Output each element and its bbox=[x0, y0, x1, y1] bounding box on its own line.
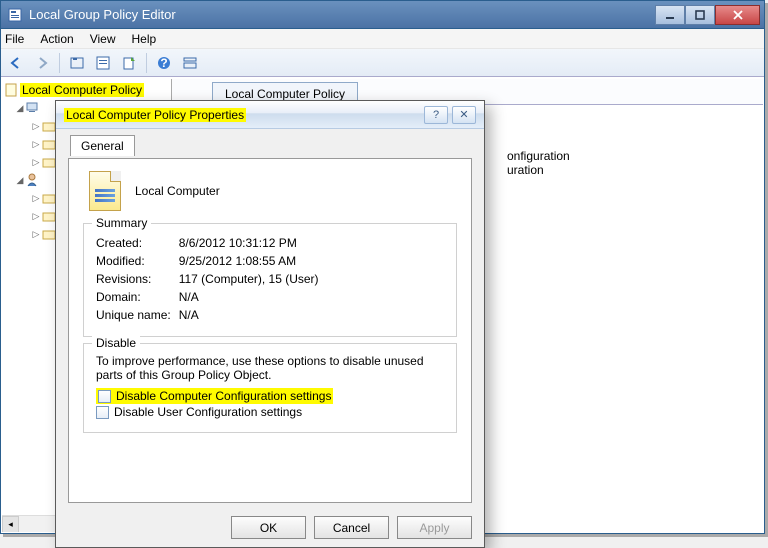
disable-legend: Disable bbox=[92, 336, 140, 350]
computer-icon bbox=[26, 101, 40, 115]
help-button[interactable]: ? bbox=[153, 52, 175, 74]
expand-icon[interactable]: ▷ bbox=[30, 139, 42, 150]
domain-label: Domain: bbox=[96, 288, 179, 306]
modified-value: 9/25/2012 1:08:55 AM bbox=[179, 252, 327, 270]
summary-group: Summary Created:8/6/2012 10:31:12 PM Mod… bbox=[83, 223, 457, 337]
apply-button[interactable]: Apply bbox=[397, 516, 472, 539]
expand-icon[interactable]: ▷ bbox=[30, 157, 42, 168]
tab-general[interactable]: General bbox=[70, 135, 135, 156]
export-button[interactable] bbox=[118, 52, 140, 74]
tab-page-general: Local Computer Summary Created:8/6/2012 … bbox=[68, 158, 472, 503]
checkbox-label: Disable Computer Configuration settings bbox=[116, 389, 331, 403]
created-value: 8/6/2012 10:31:12 PM bbox=[179, 234, 327, 252]
window-controls bbox=[655, 5, 760, 25]
maximize-button[interactable] bbox=[685, 5, 715, 25]
tree-root[interactable]: Local Computer Policy bbox=[4, 81, 169, 99]
menu-view[interactable]: View bbox=[90, 32, 116, 46]
properties-dialog: Local Computer Policy Properties ? ✕ Gen… bbox=[55, 100, 485, 548]
cancel-button[interactable]: Cancel bbox=[314, 516, 389, 539]
toolbar-separator bbox=[59, 53, 60, 73]
folder-icon bbox=[42, 191, 56, 205]
dialog-titlebar[interactable]: Local Computer Policy Properties ? ✕ bbox=[56, 101, 484, 129]
scroll-left-icon[interactable]: ◂ bbox=[2, 516, 19, 532]
uniquename-label: Unique name: bbox=[96, 306, 179, 324]
back-button[interactable] bbox=[5, 52, 27, 74]
main-titlebar[interactable]: Local Group Policy Editor bbox=[1, 1, 764, 29]
folder-icon bbox=[42, 209, 56, 223]
checkbox-disable-computer-config[interactable]: Disable Computer Configuration settings bbox=[96, 388, 333, 404]
expand-icon[interactable]: ◢ bbox=[14, 103, 26, 114]
expand-icon[interactable]: ▷ bbox=[30, 229, 42, 240]
disable-description: To improve performance, use these option… bbox=[96, 354, 444, 382]
app-icon bbox=[7, 7, 23, 23]
filter-button[interactable] bbox=[179, 52, 201, 74]
menu-bar: File Action View Help bbox=[1, 29, 764, 49]
toolbar: ? bbox=[1, 49, 764, 77]
minimize-button[interactable] bbox=[655, 5, 685, 25]
svg-text:?: ? bbox=[160, 56, 167, 70]
close-button[interactable] bbox=[715, 5, 760, 25]
checkbox-icon bbox=[96, 406, 109, 419]
summary-legend: Summary bbox=[92, 216, 151, 230]
checkbox-icon bbox=[98, 390, 111, 403]
ok-button[interactable]: OK bbox=[231, 516, 306, 539]
right-text-fragment: onfiguration bbox=[507, 149, 733, 163]
dialog-close-button[interactable]: ✕ bbox=[452, 106, 476, 124]
tree-root-label: Local Computer Policy bbox=[20, 83, 144, 97]
revisions-value: 117 (Computer), 15 (User) bbox=[179, 270, 327, 288]
modified-label: Modified: bbox=[96, 252, 179, 270]
forward-button[interactable] bbox=[31, 52, 53, 74]
folder-icon bbox=[42, 155, 56, 169]
created-label: Created: bbox=[96, 234, 179, 252]
window-title: Local Group Policy Editor bbox=[27, 7, 655, 22]
policy-doc-icon bbox=[89, 171, 121, 211]
revisions-label: Revisions: bbox=[96, 270, 179, 288]
policy-name-label: Local Computer bbox=[135, 184, 220, 198]
uniquename-value: N/A bbox=[179, 306, 327, 324]
menu-file[interactable]: File bbox=[5, 32, 24, 46]
disable-group: Disable To improve performance, use thes… bbox=[83, 343, 457, 433]
expand-icon[interactable]: ◢ bbox=[14, 175, 26, 186]
expand-icon[interactable]: ▷ bbox=[30, 121, 42, 132]
user-icon bbox=[26, 173, 40, 187]
menu-action[interactable]: Action bbox=[40, 32, 73, 46]
right-text-fragment: uration bbox=[507, 163, 733, 177]
expand-icon[interactable]: ▷ bbox=[30, 211, 42, 222]
folder-icon bbox=[42, 119, 56, 133]
checkbox-disable-user-config[interactable]: Disable User Configuration settings bbox=[96, 404, 444, 420]
dialog-tabstrip: General bbox=[70, 139, 135, 153]
dialog-buttons: OK Cancel Apply bbox=[231, 516, 472, 539]
dialog-help-button[interactable]: ? bbox=[424, 106, 448, 124]
expand-icon[interactable]: ▷ bbox=[30, 193, 42, 204]
domain-value: N/A bbox=[179, 288, 327, 306]
menu-help[interactable]: Help bbox=[132, 32, 157, 46]
properties-button[interactable] bbox=[92, 52, 114, 74]
dialog-title: Local Computer Policy Properties bbox=[64, 108, 420, 122]
checkbox-label: Disable User Configuration settings bbox=[114, 405, 302, 419]
folder-icon bbox=[42, 137, 56, 151]
folder-icon bbox=[42, 227, 56, 241]
up-button[interactable] bbox=[66, 52, 88, 74]
toolbar-separator bbox=[146, 53, 147, 73]
doc-icon bbox=[4, 82, 20, 98]
